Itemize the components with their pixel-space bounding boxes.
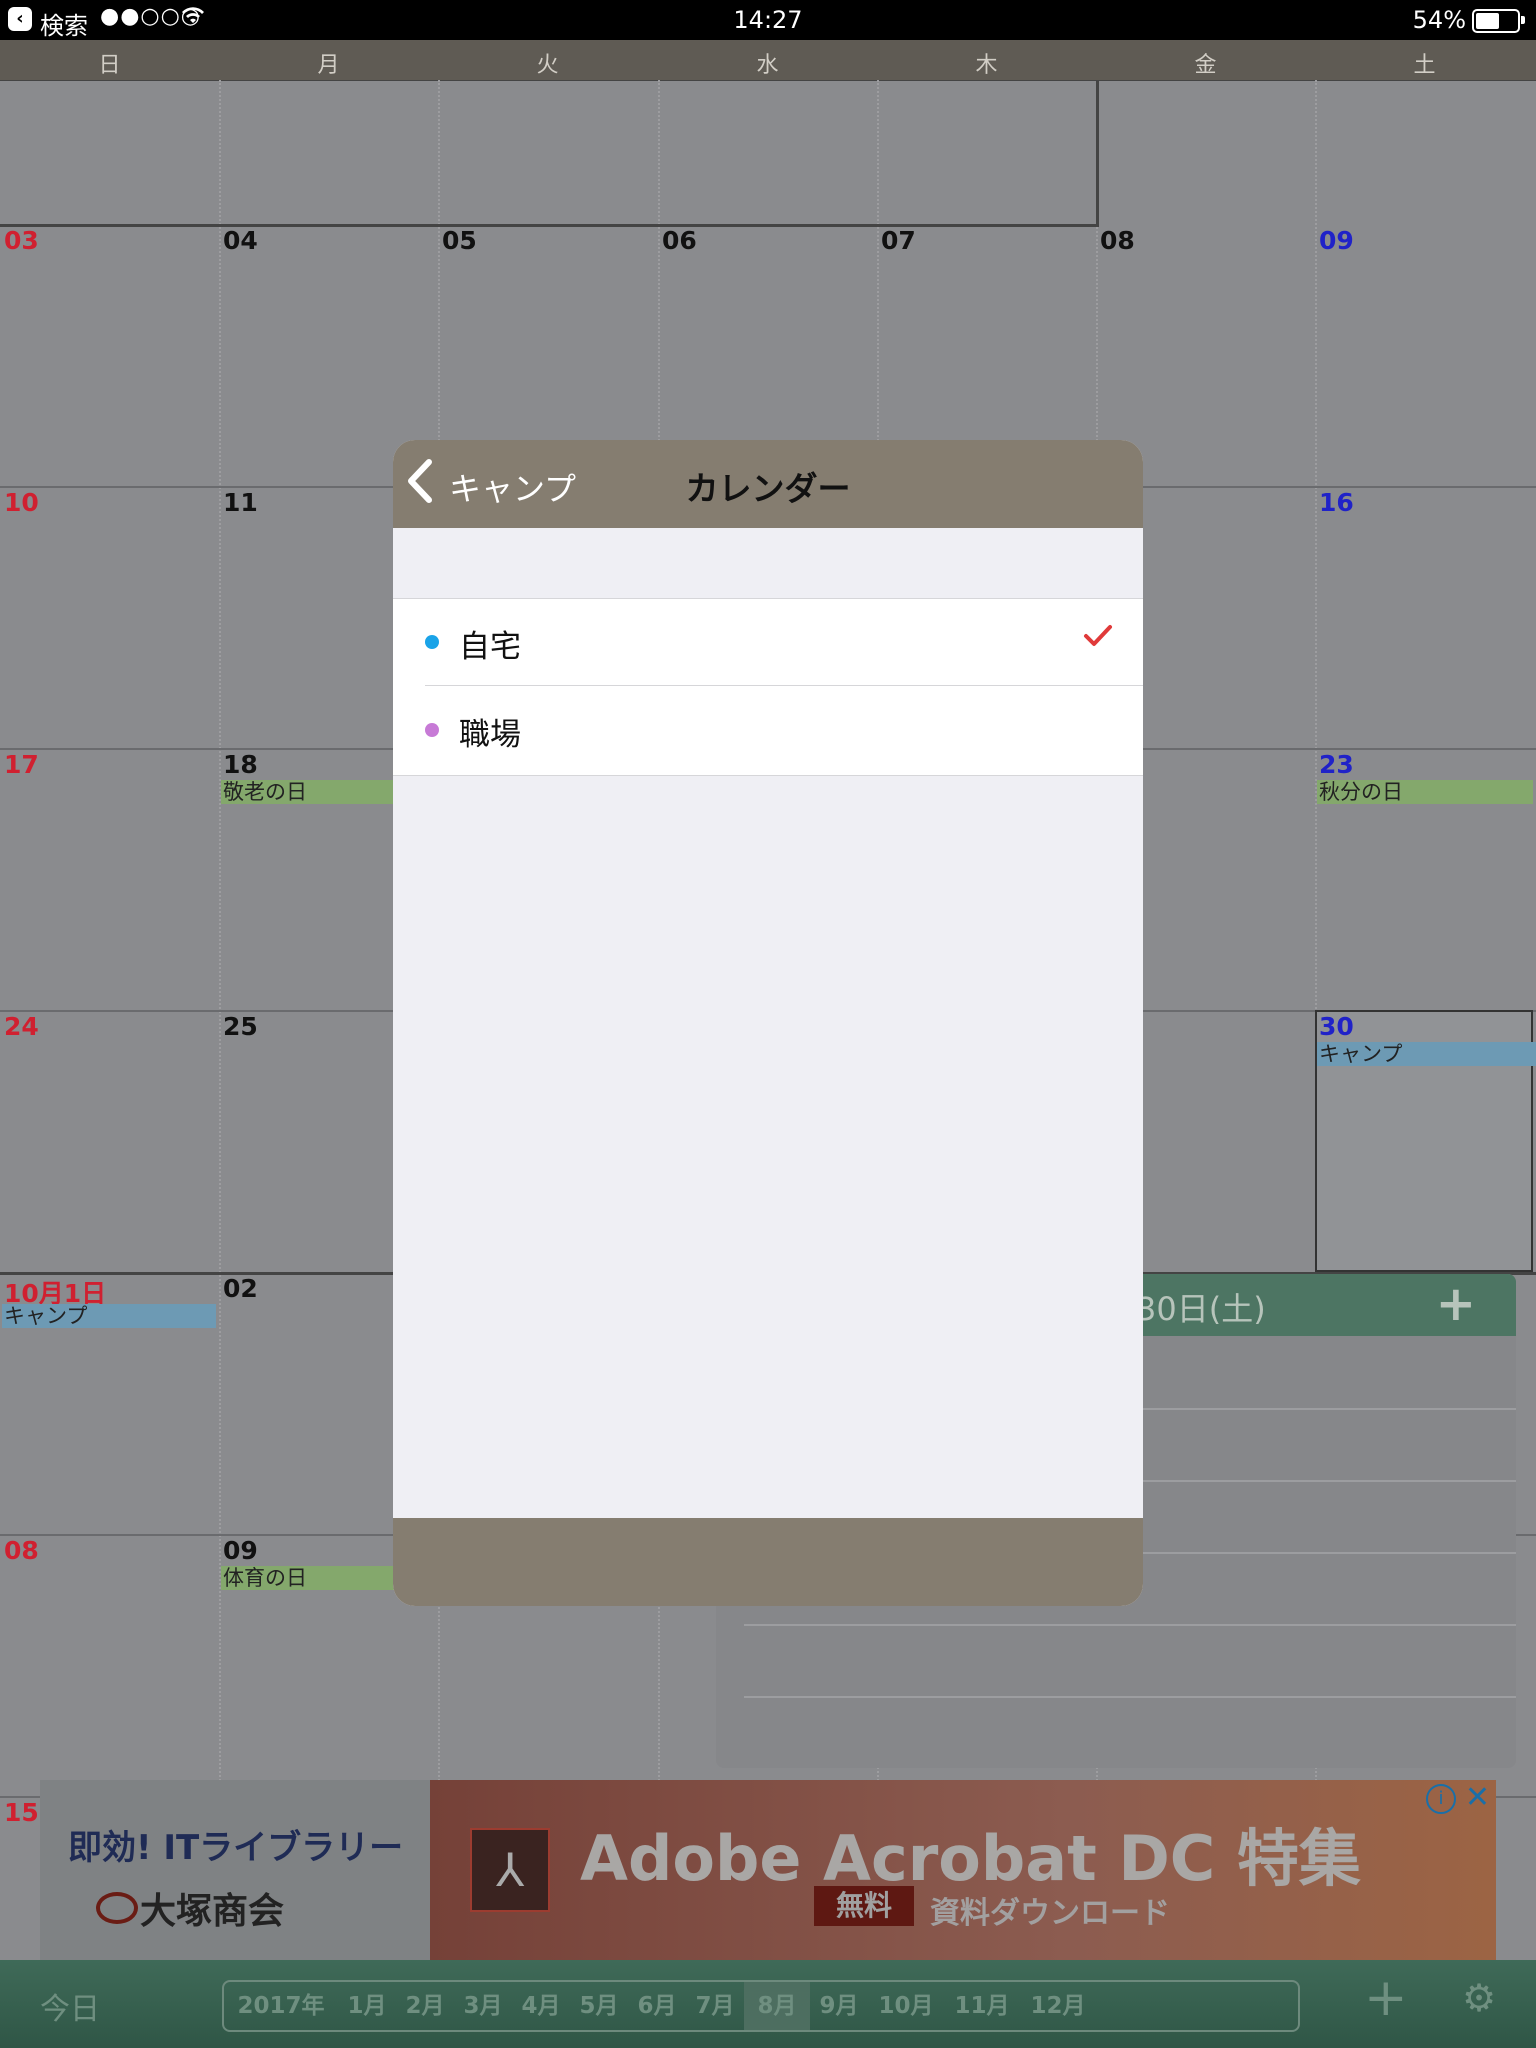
- day-02[interactable]: 02: [223, 1274, 258, 1303]
- bottom-toolbar: 今日 2017年 1月 2月 3月 4月 5月 6月 7月 8月 9月 10月 …: [0, 1960, 1536, 2048]
- day-23[interactable]: 23: [1319, 750, 1354, 779]
- calendar-name: 自宅: [459, 629, 521, 665]
- event-taiiku[interactable]: 体育の日: [221, 1566, 401, 1590]
- day-16[interactable]: 16: [1319, 488, 1354, 517]
- weekday-fri: 金: [1194, 53, 1217, 78]
- calendar-row-home[interactable]: 自宅: [393, 599, 1143, 686]
- month-6[interactable]: 6月: [628, 1982, 686, 2030]
- ad-logo-line2: 大塚商会: [140, 1891, 285, 1932]
- today-button[interactable]: 今日: [40, 1984, 100, 2028]
- day-11[interactable]: 11: [223, 488, 258, 517]
- month-11[interactable]: 11月: [944, 1982, 1020, 2030]
- event-camp-oct[interactable]: キャンプ: [2, 1304, 216, 1328]
- month-12[interactable]: 12月: [1020, 1982, 1096, 2030]
- add-event-icon[interactable]: +: [1436, 1276, 1476, 1332]
- day-oct-08[interactable]: 08: [4, 1536, 39, 1565]
- modal-footer: [393, 1518, 1143, 1606]
- event-keirou[interactable]: 敬老の日: [221, 780, 401, 804]
- day-08[interactable]: 08: [1100, 226, 1135, 255]
- ad-logo-area: 即効! ITライブラリー 大塚商会: [40, 1780, 430, 1960]
- ad-free-badge: 無料: [814, 1886, 914, 1926]
- ad-logo-line1: 即効! ITライブラリー: [68, 1828, 404, 1868]
- calendar-row-work[interactable]: 職場: [393, 687, 1143, 773]
- ad-subtitle: 資料ダウンロード: [930, 1896, 1170, 1931]
- day-30[interactable]: 30: [1319, 1012, 1354, 1041]
- ad-banner[interactable]: 即効! ITライブラリー 大塚商会 ⅄ Adobe Acrobat DC 特集 …: [40, 1780, 1496, 1960]
- gear-icon[interactable]: ⚙: [1462, 1976, 1496, 2020]
- day-09[interactable]: 09: [1319, 226, 1354, 255]
- calendar-name: 職場: [459, 717, 521, 753]
- month-5[interactable]: 5月: [570, 1982, 628, 2030]
- month-4[interactable]: 4月: [512, 1982, 570, 2030]
- calendar-list: 自宅 職場: [393, 598, 1143, 776]
- day-25[interactable]: 25: [223, 1012, 258, 1041]
- acrobat-icon: ⅄: [470, 1828, 550, 1912]
- checkmark-icon: [1083, 617, 1113, 658]
- month-selector[interactable]: 2017年 1月 2月 3月 4月 5月 6月 7月 8月 9月 10月 11月…: [222, 1980, 1300, 2032]
- month-2[interactable]: 2月: [396, 1982, 454, 2030]
- ad-title: Adobe Acrobat DC 特集: [580, 1822, 1361, 1895]
- day-oct-09[interactable]: 09: [223, 1536, 258, 1565]
- year-item[interactable]: 2017年: [224, 1982, 338, 2030]
- calendar-color-dot: [425, 635, 439, 649]
- month-1[interactable]: 1月: [338, 1982, 396, 2030]
- weekday-sat: 土: [1413, 53, 1436, 78]
- day-03[interactable]: 03: [4, 226, 39, 255]
- status-bar: ‹ 検索 ●●○○○ 14:27 54%: [0, 0, 1536, 40]
- weekday-mon: 月: [317, 53, 340, 78]
- add-icon[interactable]: +: [1364, 1968, 1408, 2028]
- ad-content[interactable]: ⅄ Adobe Acrobat DC 特集 無料 資料ダウンロード: [430, 1780, 1496, 1960]
- clock: 14:27: [733, 6, 803, 34]
- ad-close-icon[interactable]: ✕: [1465, 1780, 1490, 1815]
- month-3[interactable]: 3月: [454, 1982, 512, 2030]
- day-17[interactable]: 17: [4, 750, 39, 779]
- event-camp[interactable]: キャンプ: [1317, 1042, 1536, 1066]
- calendar-color-dot: [425, 723, 439, 737]
- battery-nub: [1521, 16, 1525, 24]
- day-oct-15[interactable]: 15: [4, 1798, 39, 1827]
- month-7[interactable]: 7月: [686, 1982, 744, 2030]
- weekday-header: 日 月 火 水 木 金 土: [0, 40, 1536, 81]
- day-06[interactable]: 06: [662, 226, 697, 255]
- calendar-picker-modal: キャンプ カレンダー 自宅 職場: [393, 440, 1143, 1606]
- month-10[interactable]: 10月: [868, 1982, 944, 2030]
- weekday-wed: 水: [756, 53, 779, 78]
- detail-date-title: 30日(土): [1136, 1290, 1266, 1328]
- ad-info-icon[interactable]: i: [1426, 1784, 1456, 1814]
- modal-title: カレンダー: [685, 469, 851, 508]
- battery-icon: [1472, 9, 1520, 33]
- weekday-sun: 日: [98, 53, 121, 78]
- event-shubun[interactable]: 秋分の日: [1317, 780, 1533, 804]
- weekday-tue: 火: [536, 53, 559, 78]
- day-18[interactable]: 18: [223, 750, 258, 779]
- day-04[interactable]: 04: [223, 226, 258, 255]
- day-24[interactable]: 24: [4, 1012, 39, 1041]
- day-05[interactable]: 05: [442, 226, 477, 255]
- day-07[interactable]: 07: [881, 226, 916, 255]
- day-10[interactable]: 10: [4, 488, 39, 517]
- month-9[interactable]: 9月: [810, 1982, 868, 2030]
- otsuka-logo-icon: [96, 1892, 138, 1924]
- month-8[interactable]: 8月: [744, 1982, 810, 2030]
- weekday-thu: 木: [975, 53, 998, 78]
- battery-percent: 54%: [1412, 6, 1466, 34]
